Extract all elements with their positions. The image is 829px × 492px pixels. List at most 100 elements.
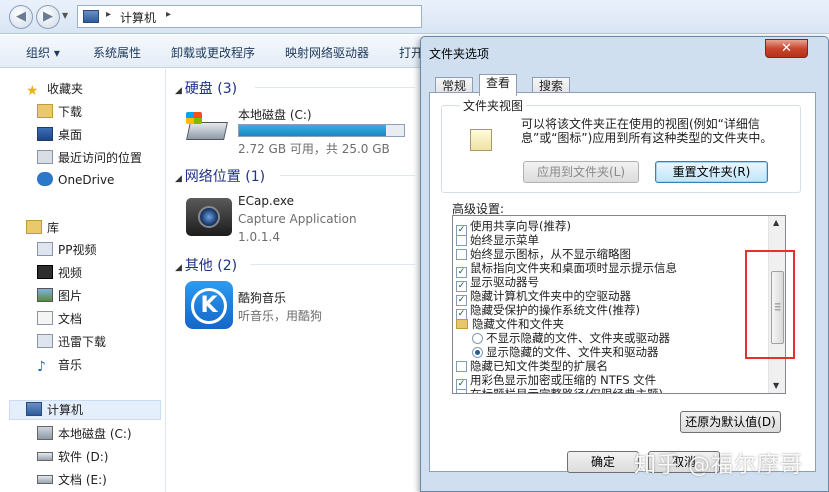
uninstall-program-button[interactable]: 卸载或更改程序 — [171, 44, 255, 61]
computer-icon — [83, 10, 99, 23]
address-bar-area: ◀ ▶ ▼ ▸ 计算机 ▸ — [0, 0, 829, 34]
setting-row[interactable]: 始终显示图标，从不显示缩略图 — [456, 247, 631, 261]
setting-label: 用彩色显示加密或压缩的 NTFS 文件 — [470, 373, 657, 387]
library-icon — [26, 220, 42, 234]
video-icon — [37, 265, 53, 279]
nav-videos[interactable]: 视频 — [37, 264, 82, 284]
setting-row[interactable]: 显示隐藏的文件、文件夹和驱动器 — [472, 345, 659, 359]
restore-defaults-button[interactable]: 还原为默认值(D) — [680, 411, 781, 433]
star-icon: ★ — [26, 83, 39, 99]
setting-label: 显示隐藏的文件、文件夹和驱动器 — [486, 345, 659, 359]
checkbox-unchecked[interactable] — [456, 249, 467, 260]
kugou-logo-icon: K — [185, 281, 233, 329]
back-button[interactable]: ◀ — [9, 5, 33, 29]
breadcrumb-computer[interactable]: 计算机 — [120, 9, 156, 26]
nav-pictures[interactable]: 图片 — [37, 287, 82, 307]
nav-documents[interactable]: 文档 — [37, 310, 82, 330]
hard-drive-icon — [37, 452, 53, 461]
ecap-name[interactable]: ECap.exe — [238, 194, 294, 208]
setting-row[interactable]: ✓ 隐藏计算机文件夹中的空驱动器 — [456, 289, 631, 306]
setting-label: 使用共享向导(推荐) — [470, 219, 571, 233]
setting-row[interactable]: ✓ 用彩色显示加密或压缩的 NTFS 文件 — [456, 373, 657, 390]
group-header-hard-drives[interactable]: ◢ 硬盘 (3) — [175, 78, 415, 98]
drive-c-space: 2.72 GB 可用，共 25.0 GB — [238, 142, 390, 156]
document-icon — [37, 311, 53, 325]
nav-libraries[interactable]: 库 — [26, 219, 59, 239]
forward-button[interactable]: ▶ — [36, 5, 60, 29]
setting-row[interactable]: 在标题栏显示完整路径(仅限经典主题) — [456, 387, 663, 394]
cloud-icon — [37, 172, 53, 186]
kugou-description: 听音乐，用酷狗 — [238, 309, 323, 323]
ecap-version: 1.0.1.4 — [238, 230, 280, 244]
organize-button[interactable]: 组织 ▾ — [26, 44, 60, 61]
setting-row[interactable]: ✓ 隐藏受保护的操作系统文件(推荐) — [456, 303, 640, 320]
setting-label: 在标题栏显示完整路径(仅限经典主题) — [470, 387, 663, 394]
nav-drive-e[interactable]: 文档 (E:) — [37, 471, 107, 491]
nav-drive-d[interactable]: 软件 (D:) — [37, 448, 108, 468]
close-button[interactable]: ✕ — [765, 39, 808, 58]
hard-drive-icon — [37, 426, 53, 440]
radio-unselected[interactable] — [472, 333, 483, 344]
ecap-description: Capture Application — [238, 212, 357, 226]
hard-drive-icon — [186, 108, 230, 148]
computer-icon — [26, 402, 42, 416]
drive-c-name[interactable]: 本地磁盘 (C:) — [238, 106, 312, 123]
navigation-pane: ★ 收藏夹 下载 桌面 最近访问的位置 OneDrive 库 PP视频 视频 图片… — [0, 69, 166, 492]
recent-places-icon — [37, 150, 53, 164]
history-dropdown-icon[interactable]: ▼ — [62, 11, 68, 20]
setting-row[interactable]: 隐藏已知文件类型的扩展名 — [456, 359, 608, 373]
reset-folders-button[interactable]: 重置文件夹(R) — [655, 161, 768, 183]
nav-desktop[interactable]: 桌面 — [37, 126, 82, 146]
drive-c-usage-fill — [239, 125, 386, 136]
setting-label: 隐藏已知文件类型的扩展名 — [470, 359, 608, 373]
folder-icon — [456, 319, 468, 329]
nav-favorites[interactable]: ★ 收藏夹 — [26, 80, 83, 100]
system-properties-button[interactable]: 系统属性 — [93, 44, 141, 61]
apply-to-folders-button[interactable]: 应用到文件夹(L) — [523, 161, 639, 183]
folder-view-icon — [470, 129, 492, 151]
checkbox-unchecked[interactable] — [456, 361, 467, 372]
map-network-drive-button[interactable]: 映射网络驱动器 — [285, 44, 369, 61]
checkbox-unchecked[interactable] — [456, 235, 467, 246]
ok-button[interactable]: 确定 — [567, 451, 639, 473]
highlight-box — [745, 250, 795, 359]
setting-label: 隐藏计算机文件夹中的空驱动器 — [470, 289, 631, 303]
address-input[interactable]: ▸ 计算机 ▸ — [77, 5, 422, 28]
setting-label: 始终显示图标，从不显示缩略图 — [470, 247, 631, 261]
nav-drive-c[interactable]: 本地磁盘 (C:) — [37, 425, 132, 445]
nav-recent-places[interactable]: 最近访问的位置 — [37, 149, 142, 169]
music-note-icon: ♪ — [37, 359, 46, 375]
folder-views-description: 可以将该文件夹正在使用的视图(例如“详细信息”或“图标”)应用到所有这种类型的文… — [521, 117, 773, 145]
kugou-name[interactable]: 酷狗音乐 — [238, 289, 286, 306]
nav-onedrive[interactable]: OneDrive — [37, 172, 114, 192]
checkbox-unchecked[interactable] — [456, 389, 467, 393]
setting-row[interactable]: ✓ 显示驱动器号 — [456, 275, 539, 292]
advanced-settings-list[interactable]: ✓ 使用共享向导(推荐) 始终显示菜单 始终显示图标，从不显示缩略图 ✓ 鼠标指向文件夹和… — [452, 215, 786, 394]
nav-music[interactable]: ♪ 音乐 — [37, 356, 82, 376]
chevron-right-icon[interactable]: ▸ — [106, 9, 111, 20]
library-folder-icon — [37, 334, 53, 348]
group-header-network[interactable]: ◢ 网络位置 (1) — [175, 166, 415, 186]
tab-view[interactable]: 查看 — [479, 74, 518, 96]
radio-selected[interactable] — [472, 347, 483, 358]
setting-row[interactable]: 隐藏文件和文件夹 — [456, 317, 564, 331]
nav-computer[interactable]: 计算机 — [9, 400, 161, 420]
download-folder-icon — [37, 104, 53, 118]
scroll-up-icon[interactable]: ▲ — [773, 218, 779, 227]
folder-views-legend: 文件夹视图 — [460, 97, 527, 114]
setting-label: 不显示隐藏的文件、文件夹或驱动器 — [486, 331, 670, 345]
setting-label: 鼠标指向文件夹和桌面项时显示提示信息 — [470, 261, 677, 275]
nav-downloads[interactable]: 下载 — [37, 103, 82, 123]
setting-row[interactable]: 不显示隐藏的文件、文件夹或驱动器 — [472, 331, 670, 345]
setting-row[interactable]: ✓ 鼠标指向文件夹和桌面项时显示提示信息 — [456, 261, 677, 278]
nav-thunder-downloads[interactable]: 迅雷下载 — [37, 333, 106, 353]
group-header-other[interactable]: ◢ 其他 (2) — [175, 255, 415, 275]
nav-pp-video[interactable]: PP视频 — [37, 241, 96, 261]
setting-row[interactable]: 始终显示菜单 — [456, 233, 539, 247]
setting-label: 显示驱动器号 — [470, 275, 539, 289]
dialog-title: 文件夹选项 — [429, 47, 490, 61]
scroll-down-icon[interactable]: ▼ — [773, 381, 779, 390]
chevron-right-icon[interactable]: ▸ — [166, 9, 171, 20]
camera-icon — [186, 198, 232, 236]
setting-row[interactable]: ✓ 使用共享向导(推荐) — [456, 219, 571, 236]
